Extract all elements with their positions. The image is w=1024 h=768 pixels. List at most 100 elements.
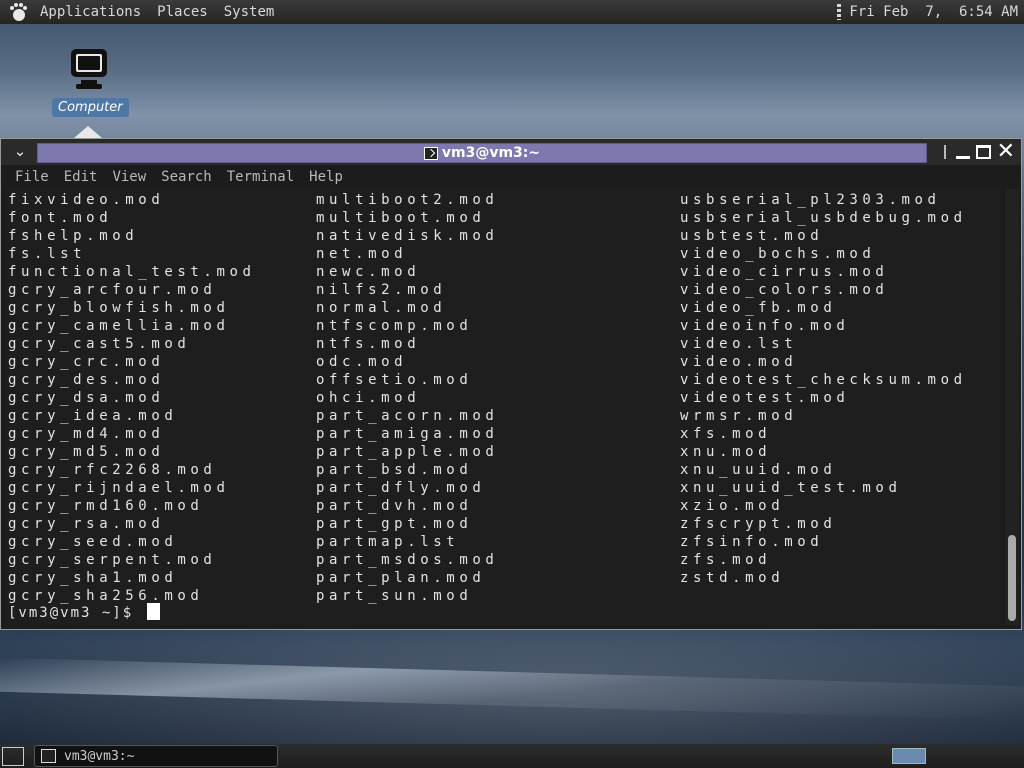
file-entry: nilfs2.mod <box>316 282 447 298</box>
minimize-button[interactable] <box>955 155 970 159</box>
file-entry: video_bochs.mod <box>680 246 876 262</box>
terminal-line: gcry_idea.mod part_acorn.mod wrmsr.mod <box>8 407 998 425</box>
file-entry: fshelp.mod <box>8 228 139 244</box>
file-entry: gcry_crc.mod <box>8 354 165 370</box>
desktop-icon-computer[interactable]: Computer <box>52 46 129 117</box>
wallpaper-streak <box>0 657 1024 721</box>
show-desktop-button[interactable] <box>2 747 24 766</box>
window-titlebar[interactable]: ⌄ vm3@vm3:~ ✕ <box>1 139 1021 165</box>
top-panel: Applications Places System Fri Feb 7, 6:… <box>0 0 1024 24</box>
terminal-output[interactable]: gcry_sha256.mod part_sun.mod gcry_sha1.mod… <box>5 189 1003 625</box>
file-entry: zfscrypt.mod <box>680 516 837 532</box>
scrollbar-thumb[interactable] <box>1008 535 1016 621</box>
file-entry: video_cirrus.mod <box>680 264 889 280</box>
shell-prompt[interactable]: [vm3@vm3 ~]$ <box>8 603 161 621</box>
file-entry: videotest.mod <box>680 390 850 406</box>
file-entry: gcry_md5.mod <box>8 444 165 460</box>
workspace-switcher[interactable] <box>892 748 926 764</box>
file-entry: net.mod <box>316 246 408 262</box>
menu-file[interactable]: File <box>5 169 54 185</box>
file-entry: xnu_uuid_test.mod <box>680 480 902 496</box>
file-entry: fixvideo.mod <box>8 192 165 208</box>
file-entry: part_apple.mod <box>316 444 499 460</box>
terminal-line: gcry_sha1.mod part_plan.mod zstd.mod <box>8 569 998 587</box>
taskbar-button-terminal[interactable]: vm3@vm3:~ <box>34 745 278 767</box>
terminal-line: gcry_dsa.mod ohci.mod videotest.mod <box>8 389 998 407</box>
terminal-line: gcry_rsa.mod part_gpt.mod zfscrypt.mod <box>8 515 998 533</box>
file-entry: part_dfly.mod <box>316 480 486 496</box>
terminal-icon <box>423 146 438 160</box>
file-entry: gcry_rmd160.mod <box>8 498 204 514</box>
terminal-line: gcry_rfc2268.mod part_bsd.mod xnu_uuid.mod <box>8 461 998 479</box>
menu-edit[interactable]: Edit <box>54 169 103 185</box>
terminal-scrollbar[interactable] <box>1005 189 1019 625</box>
close-button[interactable]: ✕ <box>997 141 1015 163</box>
file-entry: font.mod <box>8 210 113 226</box>
prompt-text: [vm3@vm3 ~]$ <box>8 605 134 621</box>
window-menu-chevron-icon[interactable]: ⌄ <box>7 142 33 160</box>
file-entry: gcry_serpent.mod <box>8 552 217 568</box>
window-title[interactable]: vm3@vm3:~ <box>37 143 927 163</box>
terminal-line: gcry_crc.mod odc.mod video.mod <box>8 353 998 371</box>
file-entry: offsetio.mod <box>316 372 473 388</box>
terminal-line: gcry_md4.mod part_amiga.mod xfs.mod <box>8 425 998 443</box>
file-entry: odc.mod <box>316 354 408 370</box>
file-entry: videotest_checksum.mod <box>680 372 967 388</box>
file-entry: gcry_rijndael.mod <box>8 480 230 496</box>
file-entry: video_fb.mod <box>680 300 837 316</box>
tooltip-pointer <box>74 126 102 138</box>
terminal-line: font.mod multiboot.mod usbserial_usbdebug.… <box>8 209 998 227</box>
menu-view[interactable]: View <box>102 169 151 185</box>
titlebar-separator <box>943 145 946 159</box>
file-entry: multiboot2.mod <box>316 192 499 208</box>
menu-search[interactable]: Search <box>151 169 217 185</box>
terminal-line: fixvideo.mod multiboot2.mod usbserial_pl23… <box>8 191 998 209</box>
file-entry: videoinfo.mod <box>680 318 850 334</box>
file-entry: usbtest.mod <box>680 228 824 244</box>
file-entry: ohci.mod <box>316 390 421 406</box>
file-entry: multiboot.mod <box>316 210 486 226</box>
maximize-button[interactable] <box>975 145 991 159</box>
menu-places[interactable]: Places <box>149 4 216 20</box>
terminal-line: gcry_rijndael.mod part_dfly.mod xnu_uuid_t… <box>8 479 998 497</box>
file-entry: gcry_camellia.mod <box>8 318 230 334</box>
file-entry: newc.mod <box>316 264 421 280</box>
terminal-icon <box>41 749 56 763</box>
taskbar-label: vm3@vm3:~ <box>64 748 135 764</box>
file-entry: part_amiga.mod <box>316 426 499 442</box>
file-entry: gcry_blowfish.mod <box>8 300 230 316</box>
file-entry: video.lst <box>680 336 798 352</box>
file-entry: part_acorn.mod <box>316 408 499 424</box>
file-entry: usbserial_pl2303.mod <box>680 192 941 208</box>
file-entry: partmap.lst <box>316 534 460 550</box>
file-entry: gcry_rsa.mod <box>8 516 165 532</box>
file-entry: functional_test.mod <box>8 264 256 280</box>
menu-system[interactable]: System <box>216 4 283 20</box>
file-entry: part_gpt.mod <box>316 516 473 532</box>
file-entry: xnu_uuid.mod <box>680 462 837 478</box>
file-entry: nativedisk.mod <box>316 228 499 244</box>
file-entry: part_msdos.mod <box>316 552 499 568</box>
file-entry: gcry_arcfour.mod <box>8 282 217 298</box>
terminal-line: fs.lst net.mod video_bochs.mod <box>8 245 998 263</box>
terminal-window: ⌄ vm3@vm3:~ ✕ File Edit View Search Term… <box>0 138 1022 630</box>
file-entry: gcry_idea.mod <box>8 408 178 424</box>
clock[interactable]: Fri Feb 7, 6:54 AM <box>849 4 1018 20</box>
file-entry: part_plan.mod <box>316 570 486 586</box>
file-entry: normal.mod <box>316 300 447 316</box>
terminal-line: gcry_cast5.mod ntfs.mod video.lst <box>8 335 998 353</box>
file-entry: part_dvh.mod <box>316 498 473 514</box>
menu-terminal[interactable]: Terminal <box>217 169 299 185</box>
menu-help[interactable]: Help <box>299 169 348 185</box>
file-entry: gcry_rfc2268.mod <box>8 462 217 478</box>
file-entry: zstd.mod <box>680 570 785 586</box>
file-entry: zfs.mod <box>680 552 772 568</box>
file-entry: wrmsr.mod <box>680 408 798 424</box>
gnome-foot-icon[interactable] <box>8 0 32 24</box>
menu-applications[interactable]: Applications <box>32 4 149 20</box>
terminal-line: gcry_des.mod offsetio.mod videotest_checks… <box>8 371 998 389</box>
terminal-line: fshelp.mod nativedisk.mod usbtest.mod <box>8 227 998 245</box>
terminal-line: gcry_serpent.mod part_msdos.mod zfs.mod <box>8 551 998 569</box>
file-entry: part_bsd.mod <box>316 462 473 478</box>
panel-grip-handle[interactable] <box>837 4 842 20</box>
